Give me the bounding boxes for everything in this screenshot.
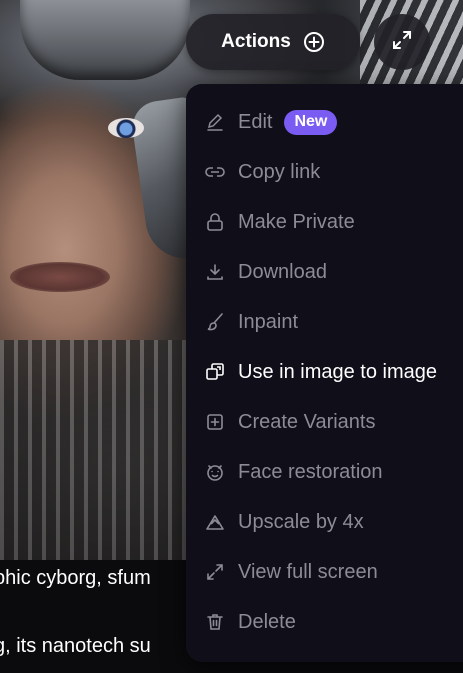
menu-item-use-in-image-to-image[interactable]: Use in image to image [186, 347, 463, 397]
expand-icon [204, 561, 226, 583]
menu-item-upscale[interactable]: Upscale by 4x [186, 497, 463, 547]
menu-item-view-full-screen[interactable]: View full screen [186, 547, 463, 597]
menu-item-face-restoration[interactable]: Face restoration [186, 447, 463, 497]
menu-item-create-variants[interactable]: Create Variants [186, 397, 463, 447]
menu-item-label: Face restoration [238, 460, 383, 483]
trash-icon [204, 611, 226, 633]
brush-icon [204, 311, 226, 333]
menu-item-label: Edit [238, 110, 273, 133]
prompt-line-1: phic cyborg, sfum [0, 567, 151, 589]
menu-item-make-private[interactable]: Make Private [186, 197, 463, 247]
face-icon [204, 461, 226, 483]
prompt-line-2: g, its nanotech su [0, 635, 151, 657]
plus-square-icon [204, 411, 226, 433]
actions-button[interactable]: Actions [186, 14, 360, 70]
menu-item-edit[interactable]: Edit New [186, 97, 463, 147]
menu-item-label: Inpaint [238, 310, 299, 333]
plus-circle-icon [303, 31, 325, 53]
image-lips [10, 262, 110, 292]
menu-item-label: Make Private [238, 210, 355, 233]
pencil-icon [204, 111, 226, 133]
menu-item-download[interactable]: Download [186, 247, 463, 297]
fullscreen-button[interactable] [374, 14, 430, 70]
image-to-image-icon [204, 361, 226, 383]
image-helmet [20, 0, 190, 80]
image-eye [108, 118, 144, 138]
link-icon [204, 161, 226, 183]
menu-item-label: Use in image to image [238, 360, 437, 383]
upscale-icon [204, 511, 226, 533]
new-badge: New [284, 109, 338, 135]
actions-button-label: Actions [221, 31, 291, 52]
menu-item-inpaint[interactable]: Inpaint [186, 297, 463, 347]
download-icon [204, 261, 226, 283]
menu-item-label: Upscale by 4x [238, 510, 364, 533]
expand-icon [391, 29, 413, 56]
actions-menu: Edit New Copy link Make Private Download… [186, 84, 463, 662]
menu-item-label: Copy link [238, 160, 321, 183]
menu-item-delete[interactable]: Delete [186, 597, 463, 647]
menu-item-label: Delete [238, 610, 296, 633]
menu-item-label: Create Variants [238, 410, 376, 433]
menu-item-label: Download [238, 260, 327, 283]
menu-item-copy-link[interactable]: Copy link [186, 147, 463, 197]
lock-icon [204, 211, 226, 233]
menu-item-label: View full screen [238, 560, 378, 583]
image-neck-armor [0, 340, 190, 560]
